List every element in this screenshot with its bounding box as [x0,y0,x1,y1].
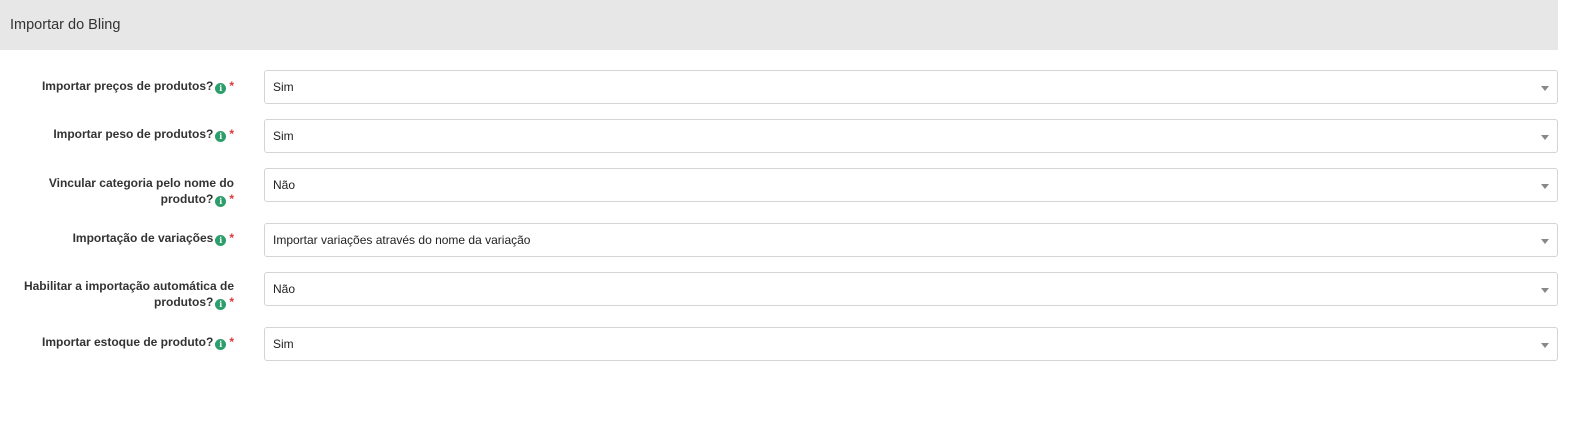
select-value: Sim [273,129,294,143]
info-icon[interactable]: i [215,235,227,246]
field-label-text: Importação de variações [72,231,214,245]
field-label-text: Importar estoque de produto? [41,335,214,349]
required-marker: * [229,127,234,141]
field-label: Importar preços de produtos? i * [6,78,234,94]
panel-header: Importar do Bling [0,0,1558,50]
chevron-down-icon [1541,184,1549,189]
field-label: Importar peso de produtos? i * [6,126,234,142]
info-icon[interactable]: i [215,299,227,310]
field-label-text: Habilitar a importação automática de pro… [23,279,234,309]
import-weight-select[interactable]: Sim [264,119,1558,153]
chevron-down-icon [1541,86,1549,91]
field-label-text: Importar preços de produtos? [41,79,214,93]
select-value: Sim [273,337,294,351]
link-category-select[interactable]: Não [264,168,1558,202]
required-marker: * [229,79,234,93]
field-label: Vincular categoria pelo nome do produto?… [6,175,234,207]
select-value: Importar variações através do nome da va… [273,233,531,247]
select-value: Sim [273,80,294,94]
field-label-text: Vincular categoria pelo nome do produto? [48,176,234,206]
field-label: Importação de variações i * [6,230,234,246]
info-icon[interactable]: i [215,339,227,350]
chevron-down-icon [1541,288,1549,293]
required-marker: * [229,192,234,206]
chevron-down-icon [1541,135,1549,140]
info-icon[interactable]: i [215,196,227,207]
import-variations-select[interactable]: Importar variações através do nome da va… [264,223,1558,257]
import-stock-select[interactable]: Sim [264,327,1558,361]
panel-title: Importar do Bling [10,17,121,33]
required-marker: * [229,335,234,349]
field-label: Habilitar a importação automática de pro… [6,278,234,310]
auto-import-select[interactable]: Não [264,272,1558,306]
required-marker: * [229,295,234,309]
info-icon[interactable]: i [215,131,227,142]
field-label-text: Importar peso de produtos? [53,127,214,141]
select-value: Não [273,178,296,192]
import-prices-select[interactable]: Sim [264,70,1558,104]
field-label: Importar estoque de produto? i * [6,334,234,350]
chevron-down-icon [1541,239,1549,244]
select-value: Não [273,282,296,296]
info-icon[interactable]: i [215,83,227,94]
chevron-down-icon [1541,343,1549,348]
required-marker: * [229,231,234,245]
